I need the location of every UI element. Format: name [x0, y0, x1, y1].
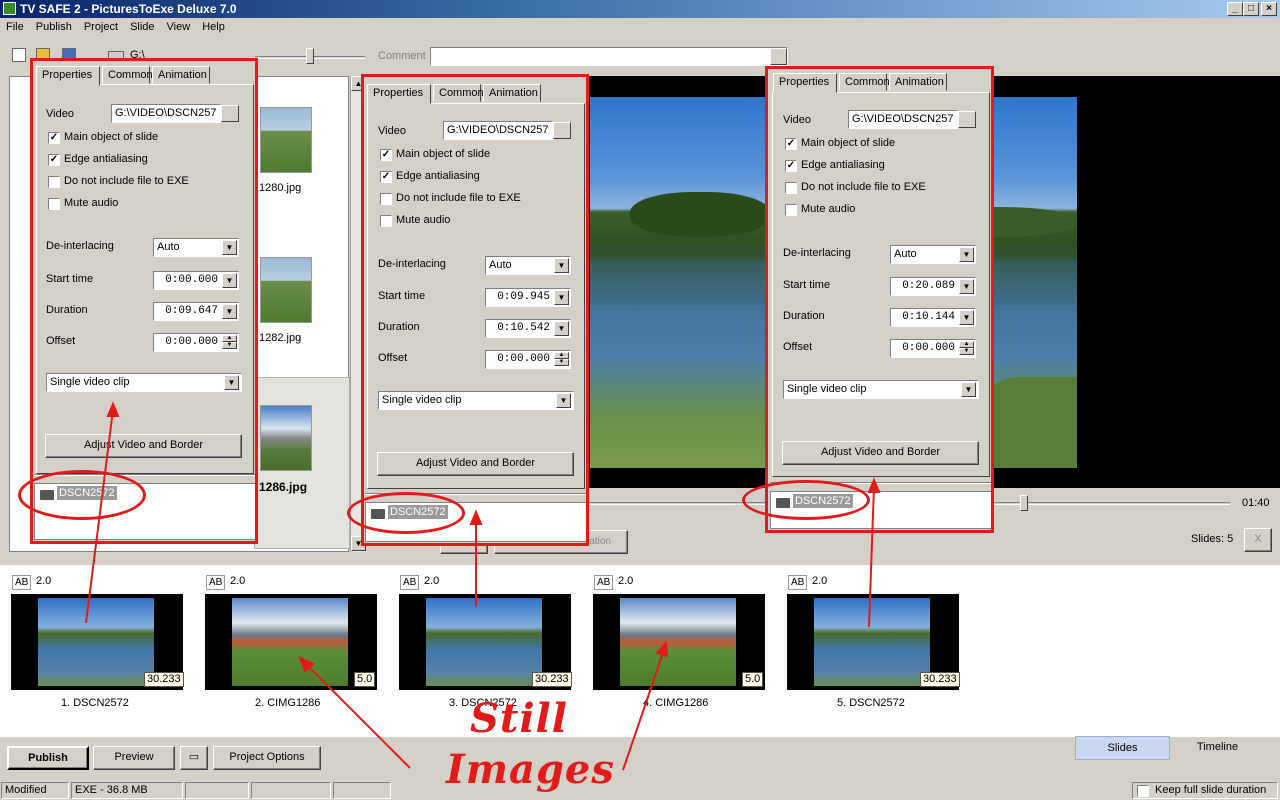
annotation-frame — [361, 74, 589, 546]
transition-badge[interactable]: AB — [206, 575, 226, 590]
transition-duration: 2.0 — [618, 575, 634, 587]
menu-file[interactable]: File — [0, 18, 30, 33]
status-cell — [185, 782, 249, 799]
file-name[interactable]: 1282.jpg — [259, 332, 301, 344]
tab-timeline[interactable]: Timeline — [1170, 736, 1265, 760]
slide-duration-badge: 30.233 — [920, 672, 960, 687]
keep-duration-label: Keep full slide duration — [1132, 782, 1278, 799]
new-file-icon[interactable] — [12, 48, 26, 62]
menu-help[interactable]: Help — [196, 18, 231, 33]
menu-slide[interactable]: Slide — [124, 18, 160, 33]
menu-bar: File Publish Project Slide View Help — [0, 18, 1280, 38]
menu-publish[interactable]: Publish — [30, 18, 78, 33]
title-bar: TV SAFE 2 - PicturesToExe Deluxe 7.0 _ □… — [0, 0, 1280, 18]
screen-icon[interactable]: ▭ — [180, 746, 208, 770]
annotation-still: Still — [470, 695, 568, 742]
file-thumb[interactable] — [260, 257, 312, 323]
preview-seek-thumb[interactable] — [1020, 495, 1028, 511]
comment-input[interactable] — [430, 47, 788, 66]
file-name[interactable]: 1280.jpg — [259, 182, 301, 194]
transition-duration: 2.0 — [812, 575, 828, 587]
transition-badge[interactable]: AB — [788, 575, 808, 590]
status-cell — [251, 782, 331, 799]
comment-label: Comment — [378, 50, 426, 62]
menu-project[interactable]: Project — [78, 18, 124, 33]
transition-badge[interactable]: AB — [594, 575, 614, 590]
transition-duration: 2.0 — [424, 575, 440, 587]
status-modified: Modified — [1, 782, 69, 799]
tab-slides[interactable]: Slides — [1075, 736, 1170, 760]
slide-image[interactable] — [38, 598, 154, 686]
comment-edit-icon[interactable] — [770, 48, 787, 65]
annotation-frame — [765, 66, 994, 533]
transition-duration: 2.0 — [230, 575, 246, 587]
menu-view[interactable]: View — [161, 18, 197, 33]
slide-name[interactable]: 1. DSCN2572 — [61, 697, 129, 709]
preview-button[interactable]: Preview — [93, 746, 175, 770]
status-bar: Modified EXE - 36.8 MB Keep full slide d… — [0, 780, 1280, 800]
project-options-button[interactable]: Project Options — [213, 746, 321, 770]
annotation-images: Images — [446, 746, 615, 793]
slide-image[interactable] — [426, 598, 542, 686]
slide-duration-badge: 5.0 — [354, 672, 376, 687]
status-exe-size: EXE - 36.8 MB — [71, 782, 183, 799]
slide-duration-badge: 30.233 — [144, 672, 184, 687]
file-thumb[interactable] — [260, 405, 312, 471]
transition-badge[interactable]: AB — [12, 575, 32, 590]
tab-properties[interactable]: Properties — [773, 73, 837, 93]
slide-image[interactable] — [814, 598, 930, 686]
slide-duration-badge: 5.0 — [742, 672, 764, 687]
annotation-oval — [347, 492, 465, 534]
slide-image[interactable] — [620, 598, 736, 686]
bottom-bar: Publish Preview ▭ Project Options Slides… — [0, 736, 1280, 780]
maximize-button[interactable]: □ — [1243, 2, 1259, 16]
slide-name[interactable]: 2. CIMG1286 — [255, 697, 320, 709]
slide-image[interactable] — [232, 598, 348, 686]
file-name[interactable]: 1286.jpg — [259, 480, 307, 494]
slide-name[interactable]: 4. CIMG1286 — [643, 697, 708, 709]
transition-badge[interactable]: AB — [400, 575, 420, 590]
annotation-oval — [742, 480, 870, 520]
keep-duration-checkbox[interactable] — [1137, 785, 1149, 797]
annotation-oval — [18, 470, 146, 520]
close-button[interactable]: × — [1261, 2, 1277, 16]
zoom-slider-thumb[interactable] — [306, 48, 314, 64]
slide-name[interactable]: 5. DSCN2572 — [837, 697, 905, 709]
slides-count: Slides: 5 — [1191, 533, 1234, 545]
window-title: TV SAFE 2 - PicturesToExe Deluxe 7.0 — [20, 2, 237, 16]
tab-properties[interactable]: Properties — [367, 84, 431, 104]
app-icon — [3, 2, 16, 15]
publish-button[interactable]: Publish — [7, 746, 89, 770]
file-thumb[interactable] — [260, 107, 312, 173]
minimize-button[interactable]: _ — [1227, 2, 1243, 16]
slide-strip: AB 2.0 30.233 1. DSCN2572 AB 2.0 5.0 2. CIMG128… — [0, 565, 1280, 737]
transition-duration: 2.0 — [36, 575, 52, 587]
close-preview-button[interactable]: X — [1244, 528, 1272, 552]
preview-time: 01:40 — [1242, 497, 1270, 509]
tab-properties[interactable]: Properties — [36, 66, 100, 86]
status-cell — [333, 782, 391, 799]
slide-duration-badge: 30.233 — [532, 672, 572, 687]
